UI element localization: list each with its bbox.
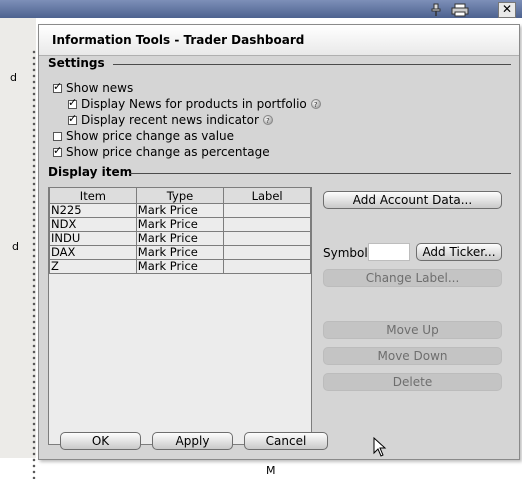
- add-ticker-button[interactable]: Add Ticker...: [416, 243, 502, 261]
- column-header-label[interactable]: Label: [223, 188, 311, 204]
- trader-dashboard-dialog: Information Tools - Trader Dashboard Set…: [31, 24, 520, 479]
- info-icon[interactable]: ?: [310, 99, 321, 109]
- settings-section-title: Settings: [48, 56, 105, 70]
- add-account-data-button[interactable]: Add Account Data...: [323, 191, 502, 209]
- table-row[interactable]: Z Mark Price: [49, 259, 311, 274]
- change-label-button[interactable]: Change Label...: [323, 269, 502, 287]
- display-item-section-title: Display item: [48, 165, 133, 179]
- cell-label: [223, 217, 311, 232]
- display-item-divider: [129, 173, 511, 174]
- move-up-button[interactable]: Move Up: [323, 321, 502, 339]
- dialog-titlebar[interactable]: Information Tools - Trader Dashboard: [39, 25, 519, 56]
- price-value-checkbox[interactable]: [53, 131, 62, 141]
- cell-type: Mark Price: [135, 217, 225, 232]
- price-value-option[interactable]: Show price change as value: [53, 128, 234, 144]
- info-icon[interactable]: ?: [262, 115, 273, 125]
- cell-type: Mark Price: [135, 231, 225, 246]
- background-window-titlebar: ✕: [0, 0, 522, 18]
- cell-item: INDU: [49, 231, 137, 246]
- price-percent-label: Show price change as percentage: [66, 145, 270, 159]
- news-portfolio-checkbox[interactable]: [68, 96, 77, 109]
- display-item-table[interactable]: Item Type Label N225 Mark Price NDX Mark…: [48, 187, 312, 445]
- column-header-item[interactable]: Item: [49, 188, 137, 204]
- close-icon[interactable]: ✕: [498, 2, 516, 18]
- background-text-fragment: M: [266, 464, 276, 477]
- symbol-input[interactable]: [368, 243, 410, 261]
- cell-type: Mark Price: [135, 245, 225, 260]
- table-row[interactable]: NDX Mark Price: [49, 217, 311, 232]
- cell-label: [223, 245, 311, 260]
- move-down-button[interactable]: Move Down: [323, 347, 502, 365]
- price-percent-option[interactable]: Show price change as percentage: [53, 144, 270, 160]
- news-indicator-option[interactable]: Display recent news indicator ?: [68, 112, 273, 128]
- news-portfolio-option[interactable]: Display News for products in portfolio ?: [68, 96, 321, 112]
- cell-item: NDX: [49, 217, 137, 232]
- news-indicator-label: Display recent news indicator: [81, 113, 259, 127]
- cancel-button[interactable]: Cancel: [244, 432, 328, 450]
- news-indicator-checkbox[interactable]: [68, 112, 77, 125]
- printer-icon[interactable]: [450, 3, 470, 17]
- apply-button[interactable]: Apply: [152, 432, 233, 450]
- dialog-title: Information Tools - Trader Dashboard: [52, 33, 305, 47]
- table-row[interactable]: DAX Mark Price: [49, 245, 311, 260]
- mouse-cursor-icon: [373, 437, 387, 457]
- table-row[interactable]: INDU Mark Price: [49, 231, 311, 246]
- price-value-label: Show price change as value: [66, 129, 235, 143]
- ok-button[interactable]: OK: [60, 432, 141, 450]
- settings-divider: [113, 64, 511, 65]
- cell-label: [223, 203, 311, 218]
- cell-label: [223, 259, 311, 274]
- cell-type: Mark Price: [135, 259, 225, 274]
- show-news-label: Show news: [66, 81, 134, 95]
- cell-label: [223, 231, 311, 246]
- show-news-checkbox[interactable]: [53, 80, 62, 93]
- pin-icon[interactable]: [428, 3, 444, 17]
- cell-item: DAX: [49, 245, 137, 260]
- cell-item: N225: [49, 203, 137, 218]
- background-text-fragment: d: [12, 240, 19, 253]
- price-percent-checkbox[interactable]: [53, 144, 62, 157]
- show-news-option[interactable]: Show news: [53, 80, 133, 96]
- symbol-label: Symbol:: [323, 246, 372, 260]
- resize-grip[interactable]: [31, 49, 37, 479]
- background-text-fragment: d: [10, 71, 17, 84]
- column-header-type[interactable]: Type: [135, 188, 225, 204]
- table-row[interactable]: N225 Mark Price: [49, 203, 311, 218]
- cell-type: Mark Price: [135, 203, 225, 218]
- cell-item: Z: [49, 259, 137, 274]
- delete-button[interactable]: Delete: [323, 373, 502, 391]
- news-portfolio-label: Display News for products in portfolio: [81, 97, 307, 111]
